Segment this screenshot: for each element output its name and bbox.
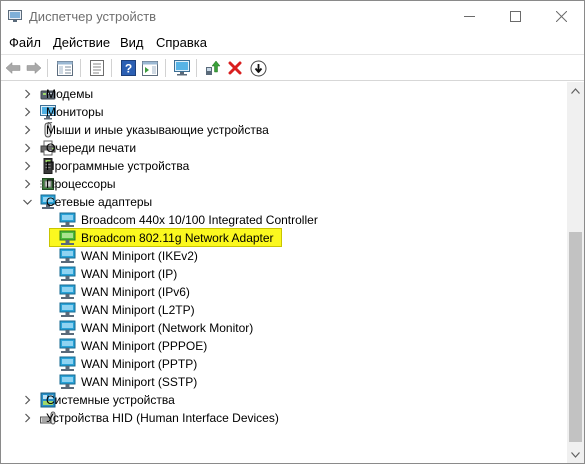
back-button[interactable]	[3, 58, 23, 78]
chevron-right-icon[interactable]	[23, 395, 32, 405]
network-adapter-icon	[59, 302, 76, 317]
minimize-button[interactable]	[446, 1, 492, 31]
download-driver-icon	[250, 60, 266, 76]
tree-category-label: Мыши и иные указывающие устройства	[46, 123, 269, 137]
svg-text:?: ?	[124, 62, 131, 76]
device-label: Broadcom 802.11g Network Adapter	[81, 231, 274, 245]
forward-arrow-icon	[26, 61, 42, 75]
network-adapter-icon	[59, 212, 76, 227]
show-hide-action-pane-button[interactable]	[140, 58, 160, 78]
action-pane-icon	[142, 60, 158, 76]
chevron-right-icon[interactable]	[23, 125, 32, 135]
close-icon	[555, 10, 567, 22]
scroll-up-button[interactable]	[567, 82, 584, 99]
toolbar-separator	[47, 59, 48, 77]
chevron-right-icon[interactable]	[23, 413, 32, 423]
menu-file[interactable]: Файл	[9, 35, 41, 50]
chevron-right-icon[interactable]	[23, 179, 32, 189]
scroll-down-button[interactable]	[567, 446, 584, 463]
device-label: WAN Miniport (Network Monitor)	[81, 321, 254, 335]
tree-category-label: Устройства HID (Human Interface Devices)	[46, 411, 279, 425]
device-label: WAN Miniport (IKEv2)	[81, 249, 198, 263]
chevron-right-icon[interactable]	[23, 161, 32, 171]
device-label: WAN Miniport (SSTP)	[81, 375, 198, 389]
device-label: WAN Miniport (IP)	[81, 267, 178, 281]
enable-device-button[interactable]	[248, 58, 268, 78]
uninstall-device-icon	[228, 61, 242, 75]
properties-button[interactable]	[87, 58, 107, 78]
chevron-right-icon[interactable]	[23, 89, 32, 99]
title-bar: Диспетчер устройств	[1, 1, 584, 33]
tree-category-label: Программные устройства	[46, 159, 190, 173]
menu-help[interactable]: Справка	[156, 35, 207, 50]
window-title: Диспетчер устройств	[29, 9, 157, 24]
toolbar: ?	[1, 54, 584, 81]
device-label: WAN Miniport (PPTP)	[81, 357, 198, 371]
chevron-right-icon[interactable]	[23, 143, 32, 153]
network-adapter-icon	[59, 320, 76, 335]
tree-category-label: Системные устройства	[46, 393, 175, 407]
toolbar-separator	[80, 59, 81, 77]
device-tree: Модемы Мониторы Мыши и иные указывающие …	[1, 82, 567, 463]
network-adapter-icon	[59, 284, 76, 299]
list-view-icon	[90, 60, 104, 76]
show-hide-console-tree-button[interactable]	[55, 58, 75, 78]
scan-hardware-changes-button[interactable]	[172, 58, 192, 78]
network-adapter-icon	[59, 338, 76, 353]
help-button[interactable]: ?	[118, 58, 138, 78]
scroll-down-arrow-icon	[571, 451, 580, 458]
device-label: WAN Miniport (IPv6)	[81, 285, 190, 299]
menu-view[interactable]: Вид	[120, 35, 144, 50]
tree-category-label: Сетевые адаптеры	[46, 195, 153, 209]
menu-action[interactable]: Действие	[53, 35, 110, 50]
scrollbar-thumb[interactable]	[569, 232, 582, 442]
network-adapter-icon	[59, 374, 76, 389]
network-adapter-icon	[59, 266, 76, 281]
device-manager-app-icon	[8, 10, 22, 22]
tree-category-label: Очереди печати	[46, 141, 137, 155]
update-driver-button[interactable]	[203, 58, 223, 78]
network-adapter-icon	[59, 230, 76, 245]
vertical-scrollbar[interactable]	[567, 82, 584, 463]
toolbar-separator	[165, 59, 166, 77]
properties-panel-icon	[57, 60, 73, 76]
uninstall-device-button[interactable]	[225, 58, 245, 78]
device-label: Broadcom 440x 10/100 Integrated Controll…	[81, 213, 318, 227]
tree-category-label: Мониторы	[46, 105, 104, 119]
close-button[interactable]	[538, 1, 584, 31]
chevron-right-icon[interactable]	[23, 107, 32, 117]
back-arrow-icon	[5, 61, 21, 75]
monitor-scan-icon	[174, 60, 190, 76]
network-adapter-icon	[59, 356, 76, 371]
update-driver-icon	[206, 60, 221, 75]
tree-category-label: Модемы	[46, 87, 94, 101]
minimize-icon	[463, 15, 475, 17]
help-icon: ?	[120, 60, 136, 76]
tree-category-label: Процессоры	[46, 177, 116, 191]
maximize-button[interactable]	[492, 1, 538, 31]
menu-bar: Файл Действие Вид Справка	[1, 33, 584, 53]
chevron-down-icon[interactable]	[23, 197, 32, 207]
device-label: WAN Miniport (PPPOE)	[81, 339, 208, 353]
network-adapter-icon	[59, 248, 76, 263]
device-label: WAN Miniport (L2TP)	[81, 303, 195, 317]
forward-button[interactable]	[24, 58, 44, 78]
toolbar-separator	[111, 59, 112, 77]
scroll-up-arrow-icon	[571, 87, 580, 94]
device-manager-window: Диспетчер устройств Файл Действие Вид Сп…	[0, 0, 585, 464]
toolbar-separator	[196, 59, 197, 77]
maximize-icon	[509, 10, 521, 22]
